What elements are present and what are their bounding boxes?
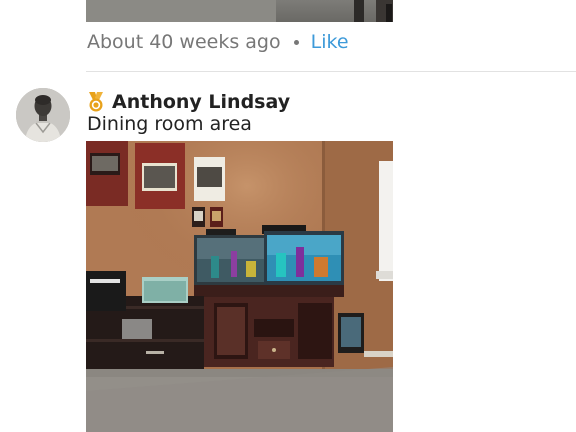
- like-link[interactable]: Like: [311, 31, 349, 53]
- post-text: Dining room area: [87, 113, 252, 135]
- post-divider: [86, 71, 576, 72]
- feed-page: About 40 weeks ago Like Anthony Lindsay …: [0, 0, 576, 432]
- previous-post-photo[interactable]: [86, 0, 393, 22]
- post-photo[interactable]: [86, 141, 393, 432]
- post-author-row: Anthony Lindsay: [87, 90, 290, 114]
- separator-dot-icon: [293, 39, 299, 45]
- previous-post-meta: About 40 weeks ago Like: [87, 29, 349, 55]
- author-name[interactable]: Anthony Lindsay: [112, 91, 290, 113]
- avatar[interactable]: [16, 88, 70, 142]
- medal-icon: [87, 92, 105, 112]
- post-timestamp: About 40 weeks ago: [87, 31, 281, 53]
